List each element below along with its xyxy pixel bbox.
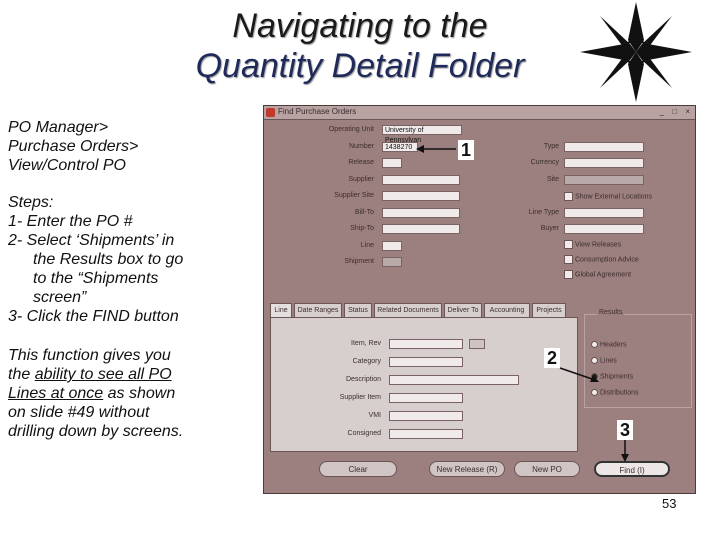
radio-distributions[interactable]: Distributions (591, 389, 639, 396)
radio-dot[interactable] (591, 341, 598, 348)
radio-dot[interactable] (591, 389, 598, 396)
callout-3: 3 (617, 420, 634, 440)
new-release-button[interactable]: New Release (R) (429, 461, 505, 477)
checkbox-box[interactable] (564, 240, 573, 249)
step-1: 1- Enter the PO # (8, 213, 133, 230)
checkbox-consumption-advice[interactable]: Consumption Advice (564, 255, 639, 264)
operating-unit-field[interactable]: University of Pennsylvan (382, 125, 462, 144)
label-currency: Currency (530, 159, 559, 166)
currency-field[interactable] (564, 158, 644, 168)
shipment-field[interactable] (382, 257, 402, 267)
label-number: Number (349, 143, 374, 150)
supplier-item-field[interactable] (389, 393, 463, 403)
window-title-bar[interactable]: Find Purchase Orders _ □ × (264, 106, 695, 120)
line-type-field[interactable] (564, 208, 644, 218)
navigation-path: PO Manager> Purchase Orders> View/Contro… (8, 119, 139, 174)
radio-lines[interactable]: Lines (591, 357, 617, 364)
label-line: Line (360, 242, 374, 249)
label-ship-to: Ship-To (350, 225, 374, 232)
label-category: Category (352, 358, 381, 365)
rev-field[interactable] (469, 339, 485, 349)
title-line-1: Navigating to the (232, 7, 488, 45)
label-release: Release (348, 159, 374, 166)
window-controls[interactable]: _ □ × (660, 107, 693, 116)
step-3: 3- Click the FIND button (8, 308, 179, 325)
tab-deliver-to[interactable]: Deliver To (444, 303, 482, 317)
checkbox-view-releases[interactable]: View Releases (564, 240, 621, 249)
label-supplier-site: Supplier Site (334, 192, 374, 199)
results-label: Results (597, 309, 625, 316)
supplier-site-field[interactable] (382, 191, 460, 201)
item-field[interactable] (389, 339, 463, 349)
radio-dot[interactable] (591, 357, 598, 364)
radio-headers[interactable]: Headers (591, 341, 626, 348)
description-field[interactable] (389, 375, 519, 385)
checkbox-show-external-locations[interactable]: Show External Locations (564, 192, 652, 201)
slide-title: Navigating to the Quantity Detail Folder (150, 6, 570, 86)
label-supplier-item: Supplier Item (339, 394, 381, 401)
tab-accounting[interactable]: Accounting (484, 303, 530, 317)
label-description: Description (345, 376, 381, 383)
checkbox-box[interactable] (564, 270, 573, 279)
release-field[interactable] (382, 158, 402, 168)
callout-2: 2 (544, 348, 561, 368)
oracle-app-icon (266, 108, 275, 117)
type-field[interactable] (564, 142, 644, 152)
tab-status[interactable]: Status (344, 303, 372, 317)
label-operating-unit: Operating Unit (328, 126, 374, 133)
step-2: 2- Select ‘Shipments’ in the Results box… (8, 232, 184, 306)
function-note: This function gives you the ability to s… (8, 347, 184, 440)
label-supplier: Supplier (348, 176, 374, 183)
label-type: Type (543, 143, 559, 150)
window-title: Find Purchase Orders (278, 107, 357, 116)
label-item-rev: Item, Rev (351, 340, 381, 347)
radio-shipments[interactable]: Shipments (591, 373, 633, 380)
instructions-text: PO Manager> Purchase Orders> View/Contro… (8, 118, 253, 441)
checkbox-global-agreement[interactable]: Global Agreement (564, 270, 631, 279)
vmi-select[interactable] (389, 411, 463, 421)
page-number: 53 (662, 496, 677, 511)
checkbox-box[interactable] (564, 255, 573, 264)
label-line-type: Line Type (528, 209, 559, 216)
clear-button[interactable]: Clear (319, 461, 397, 477)
po-number-field[interactable]: 1438270 (382, 142, 418, 152)
consigned-select[interactable] (389, 429, 463, 439)
checkbox-box[interactable] (564, 192, 573, 201)
line-field[interactable] (382, 241, 402, 251)
steps-heading: Steps: (8, 194, 54, 211)
find-button[interactable]: Find (I) (594, 461, 670, 477)
category-field[interactable] (389, 357, 463, 367)
title-line-2: Quantity Detail Folder (195, 47, 525, 85)
label-vmi: VMI (368, 412, 381, 419)
results-group: Results Headers Lines Shipments Distribu… (584, 309, 692, 408)
label-consigned: Consigned (347, 430, 381, 437)
site-field[interactable] (564, 175, 644, 185)
label-shipment: Shipment (344, 258, 374, 265)
new-po-button[interactable]: New PO (514, 461, 580, 477)
radio-dot-selected[interactable] (591, 373, 598, 380)
tab-projects[interactable]: Projects (532, 303, 566, 317)
line-tab-panel: Item, Rev Category Description Supplier … (270, 317, 578, 452)
callout-1: 1 (458, 140, 475, 160)
label-site: Site (546, 176, 559, 183)
tab-date-ranges[interactable]: Date Ranges (294, 303, 342, 317)
buyer-field[interactable] (564, 224, 644, 234)
ship-to-field[interactable] (382, 224, 460, 234)
tab-line[interactable]: Line (270, 303, 292, 318)
label-buyer: Buyer (540, 225, 559, 232)
tab-related-documents[interactable]: Related Documents (374, 303, 442, 317)
label-bill-to: Bill-To (354, 209, 374, 216)
supplier-field[interactable] (382, 175, 460, 185)
bill-to-field[interactable] (382, 208, 460, 218)
compass-star-icon (580, 2, 692, 102)
